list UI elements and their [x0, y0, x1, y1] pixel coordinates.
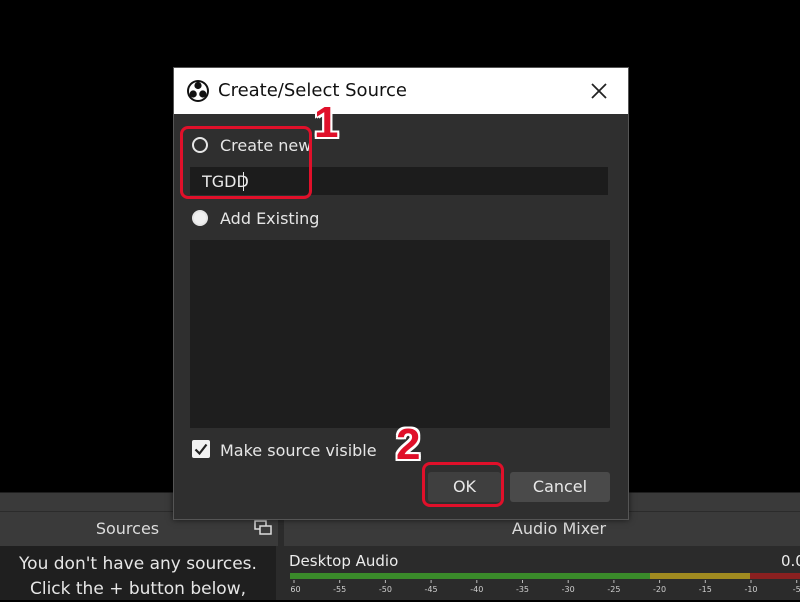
meter-green-zone	[290, 573, 650, 579]
sources-empty-line-1: You don't have any sources.	[19, 554, 257, 574]
close-icon[interactable]	[586, 78, 612, 104]
undock-icon[interactable]	[254, 520, 272, 536]
desktop-audio-label: Desktop Audio	[289, 552, 399, 570]
make-visible-label[interactable]: Make source visible	[220, 441, 377, 460]
meter-tick-label: -60	[290, 585, 301, 594]
meter-red-zone	[750, 573, 800, 579]
sources-empty-line-2: Click the + button below,	[29, 579, 247, 599]
volume-meter	[290, 573, 800, 579]
audio-mixer-panel: Desktop Audio 0.0 -60-55-50-45-40-35-30-…	[284, 546, 800, 600]
annotation-box-step-1	[180, 126, 312, 199]
checkmark-icon	[194, 443, 208, 456]
meter-tick-label: -55	[333, 585, 346, 594]
existing-sources-list[interactable]	[190, 240, 610, 428]
meter-tick-label: -10	[744, 585, 757, 594]
meter-tick-label: -35	[516, 585, 529, 594]
cancel-button[interactable]: Cancel	[510, 472, 610, 502]
meter-tick-label: -50	[379, 585, 392, 594]
annotation-box-step-2	[422, 462, 504, 507]
meter-tick-label: -20	[653, 585, 666, 594]
sources-panel-title: Sources	[95, 519, 160, 538]
audio-mixer-title: Audio Mixer	[511, 519, 607, 538]
meter-tick-label: -25	[607, 585, 620, 594]
sources-list[interactable]: You don't have any sources. Click the + …	[0, 546, 276, 600]
add-existing-label[interactable]: Add Existing	[220, 209, 319, 228]
add-existing-radio[interactable]	[192, 210, 208, 226]
make-visible-checkbox[interactable]	[192, 440, 210, 458]
meter-tick-label: -45	[425, 585, 438, 594]
meter-tick-label: -15	[699, 585, 712, 594]
annotation-number-1: 1	[314, 98, 339, 147]
meter-tick-label: -5	[793, 585, 800, 594]
meter-scale: -60 -55 -50 -45 -40 -35 -30 -25 -20 -15 -10 -5	[290, 580, 800, 594]
annotation-number-2: 2	[396, 420, 421, 469]
desktop-audio-level: 0.0	[781, 552, 800, 570]
meter-yellow-zone	[650, 573, 750, 579]
dialog-title: Create/Select Source	[218, 80, 407, 101]
dialog-titlebar: Create/Select Source	[174, 68, 628, 114]
obs-logo-icon	[187, 80, 209, 102]
meter-tick-label: -40	[470, 585, 483, 594]
meter-tick-label: -30	[562, 585, 575, 594]
